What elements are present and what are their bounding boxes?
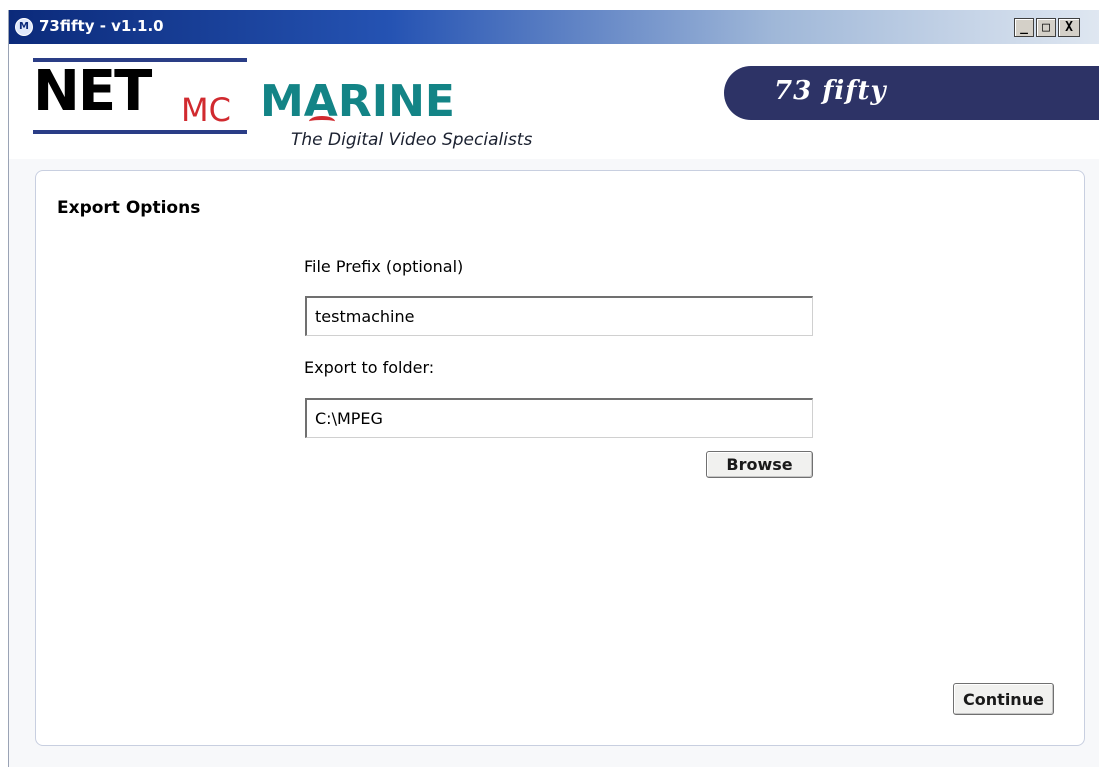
logo-mc-text: MC: [181, 91, 231, 129]
export-folder-label: Export to folder:: [304, 358, 435, 377]
logo-swoosh: [309, 116, 335, 127]
logo-tagline: The Digital Video Specialists: [291, 130, 533, 150]
logo-rule-bottom: [33, 130, 247, 134]
file-prefix-input[interactable]: [305, 296, 813, 336]
close-button[interactable]: X: [1058, 18, 1080, 37]
app-logo-icon[interactable]: M: [15, 18, 33, 36]
product-badge-text: 73 fifty: [774, 76, 887, 106]
continue-button[interactable]: Continue: [953, 683, 1054, 715]
panel-title: Export Options: [57, 198, 201, 218]
maximize-button[interactable]: □: [1036, 18, 1056, 37]
minimize-button[interactable]: _: [1014, 18, 1034, 37]
logo-net-text: NET: [33, 59, 152, 124]
app-window: M 73fifty - v1.1.0 _ □ X NET MC MARINE T…: [8, 10, 1099, 767]
export-options-panel: Export Options File Prefix (optional) Ex…: [35, 170, 1085, 746]
logo-marine-text: MARINE: [260, 76, 455, 127]
title-bar[interactable]: M 73fifty - v1.1.0 _ □ X: [9, 10, 1099, 44]
file-prefix-label: File Prefix (optional): [304, 257, 464, 276]
export-folder-input[interactable]: [305, 398, 813, 438]
window-title: 73fifty - v1.1.0: [39, 17, 164, 35]
product-badge: 73 fifty: [724, 66, 1099, 120]
app-header: NET MC MARINE The Digital Video Speciali…: [9, 44, 1099, 159]
browse-button[interactable]: Browse: [706, 451, 813, 478]
